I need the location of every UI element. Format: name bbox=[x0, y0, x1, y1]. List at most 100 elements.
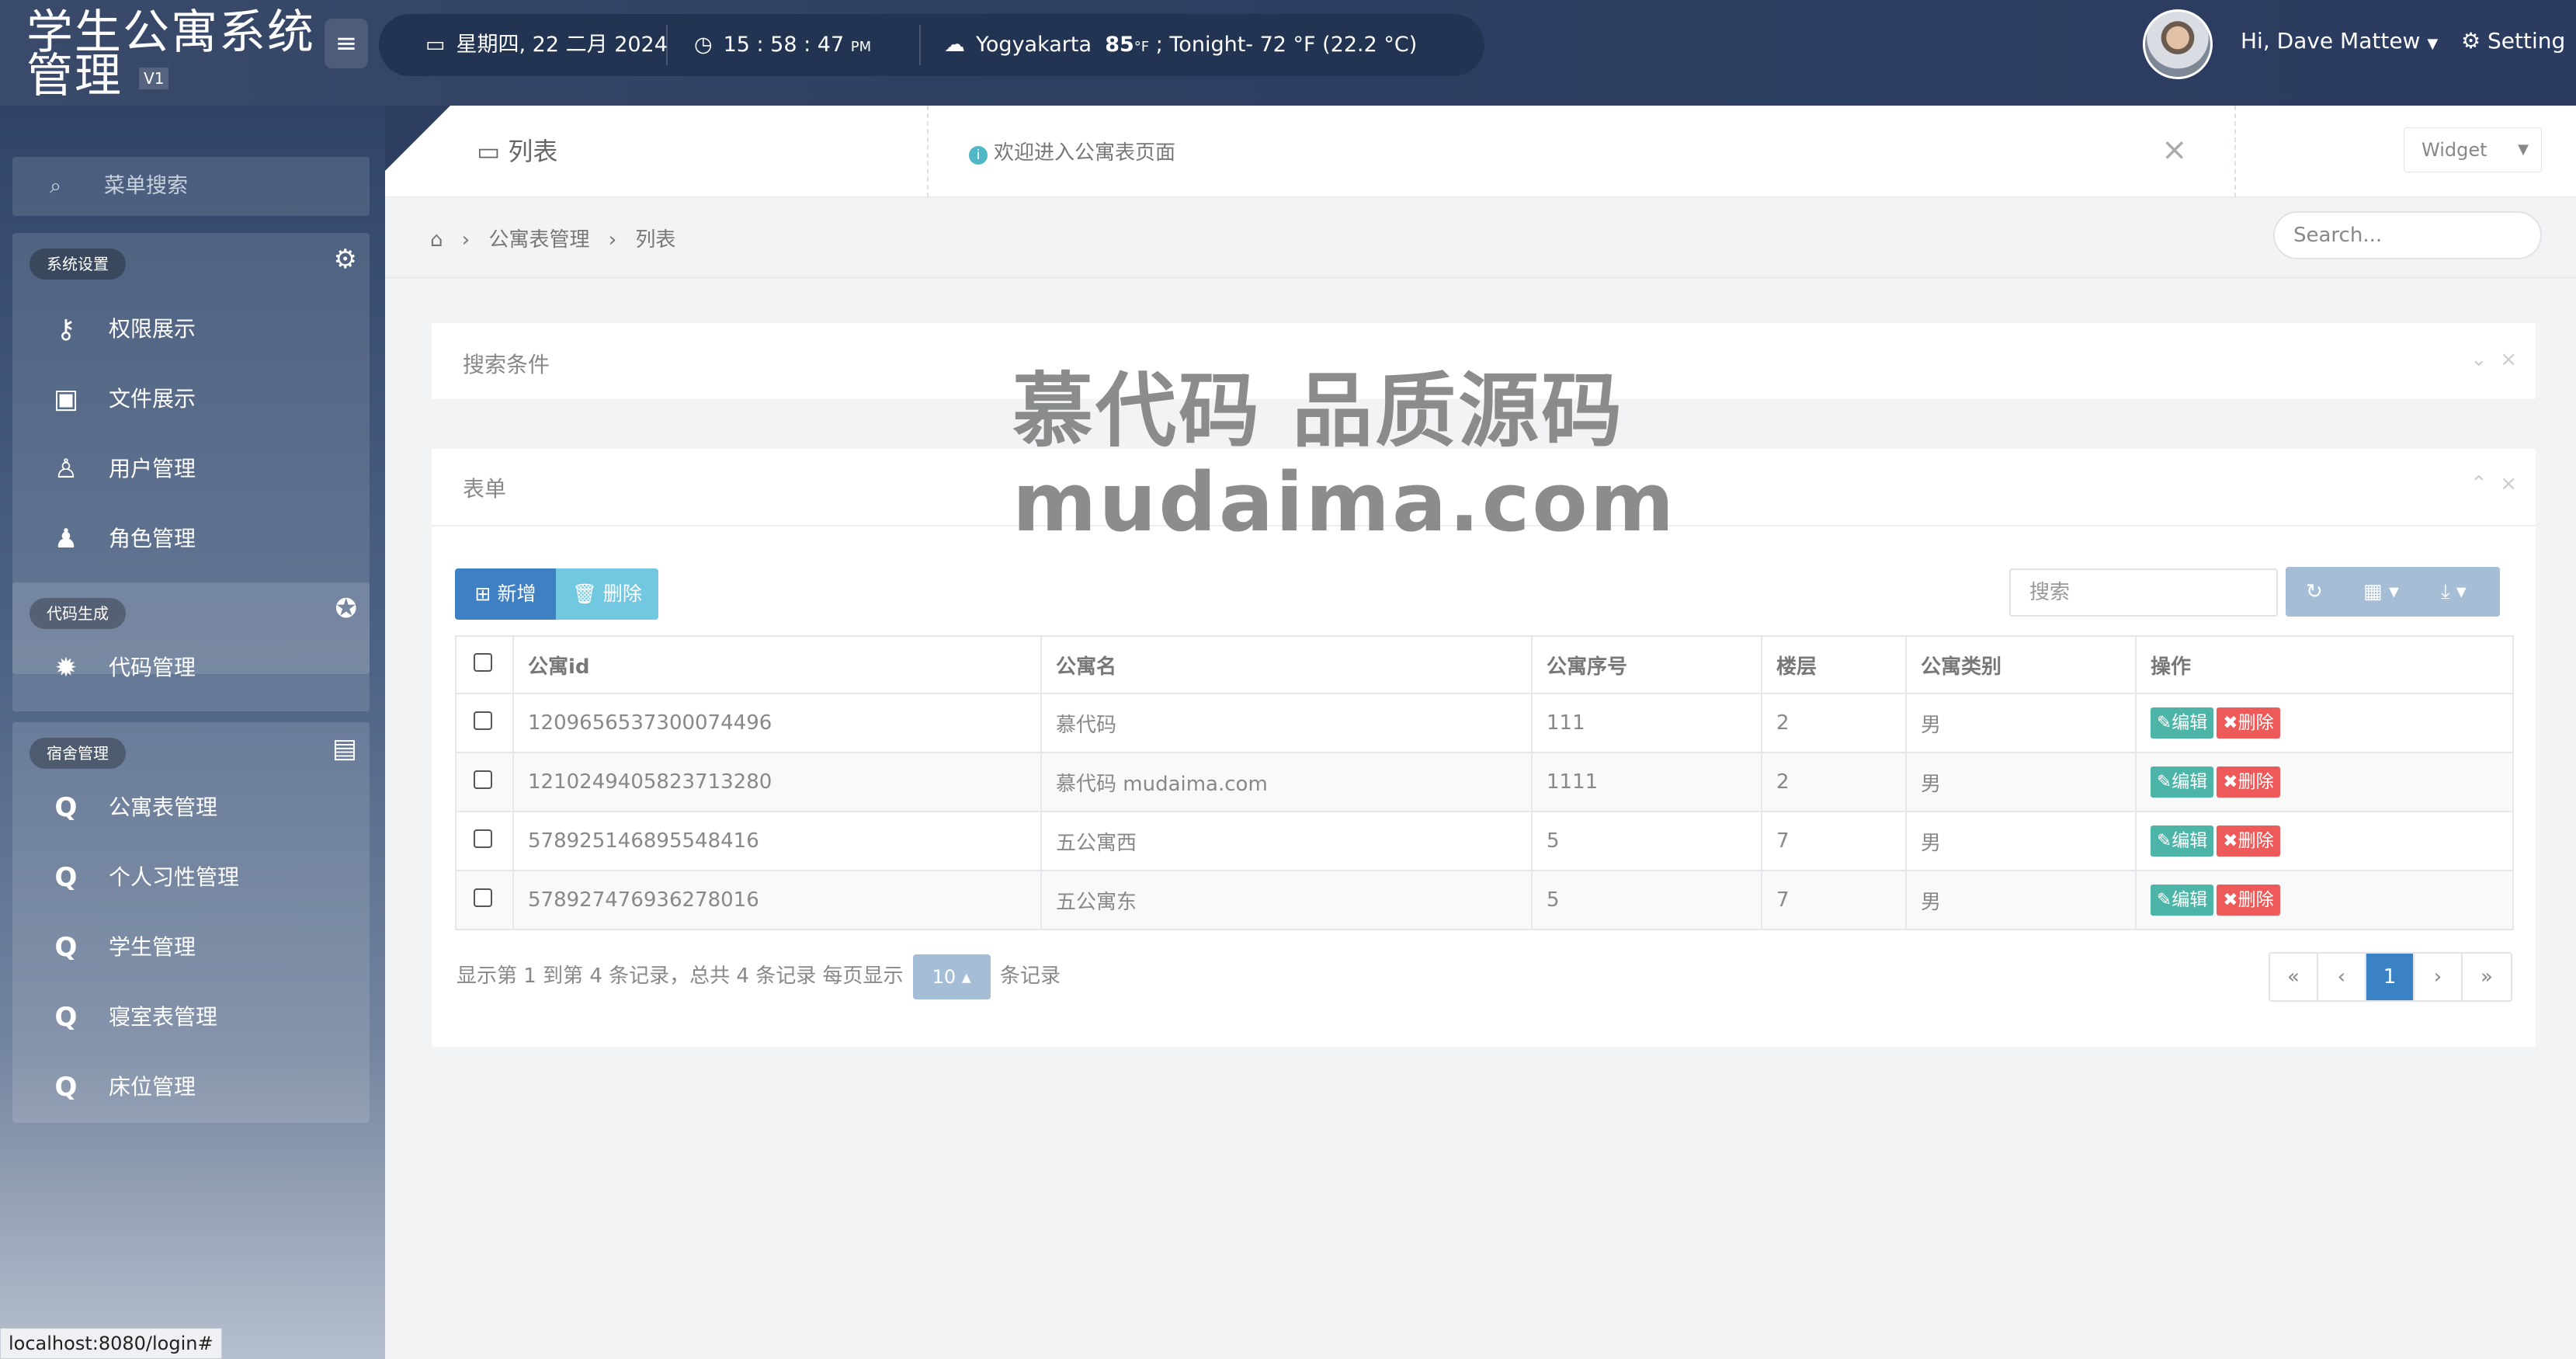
table-row: 578927476936278016 五公寓东 5 7 男 ✎编辑 ✖删除 bbox=[455, 870, 2514, 930]
app-title: 学生公寓系统管理 V1 bbox=[26, 5, 315, 103]
close-icon[interactable]: × bbox=[2500, 472, 2517, 495]
setting-link[interactable]: ⚙ Setting bbox=[2461, 28, 2565, 54]
row-checkbox-cell bbox=[455, 693, 514, 753]
contact-card-icon[interactable]: ▤ bbox=[332, 733, 357, 764]
edit-button[interactable]: ✎编辑 bbox=[2151, 825, 2214, 857]
breadcrumb-item[interactable]: 公寓表管理 bbox=[488, 228, 589, 252]
close-icon[interactable]: × bbox=[2161, 132, 2188, 168]
divider bbox=[2234, 106, 2236, 197]
sidebar-item-apartment[interactable]: Q 公寓表管理 bbox=[12, 773, 370, 842]
panel-controls: ⌄ × bbox=[2470, 348, 2517, 371]
home-icon[interactable]: ⌂ bbox=[430, 228, 443, 252]
widget-dropdown[interactable]: Widget ▼ bbox=[2404, 127, 2542, 172]
cell-type: 男 bbox=[1905, 752, 2137, 812]
cell-no: 111 bbox=[1531, 693, 1762, 753]
edit-button[interactable]: ✎编辑 bbox=[2151, 766, 2214, 798]
key-icon: ⚷ bbox=[56, 314, 76, 345]
pagination-info: 显示第 1 到第 4 条记录，总共 4 条记录 每页显示 10 ▴ 条记录 bbox=[457, 954, 1061, 999]
cell-floor: 2 bbox=[1761, 752, 1907, 812]
bug-icon: ✹ bbox=[54, 652, 78, 683]
table-header-row: 公寓id 公寓名 公寓序号 楼层 公寓类别 操作 bbox=[455, 635, 2514, 694]
row-checkbox[interactable] bbox=[474, 888, 492, 907]
chevron-up-icon[interactable]: ⌃ bbox=[2470, 472, 2487, 495]
sidebar-item-roles[interactable]: ♟ 角色管理 bbox=[12, 505, 370, 573]
avatar[interactable] bbox=[2143, 9, 2213, 79]
column-header[interactable]: 公寓id bbox=[512, 635, 1042, 694]
column-header[interactable]: 公寓名 bbox=[1040, 635, 1533, 694]
cell-id: 1210249405823713280 bbox=[512, 752, 1042, 812]
divider bbox=[919, 25, 921, 65]
table-search-input[interactable]: 搜索 bbox=[2009, 568, 2278, 617]
menu-search[interactable]: ⌕ 菜单搜索 bbox=[12, 157, 370, 216]
sidebar-item-users[interactable]: ♙ 用户管理 bbox=[12, 435, 370, 503]
sidebar-item-rooms[interactable]: Q 寝室表管理 bbox=[12, 983, 370, 1051]
last-page-button[interactable]: » bbox=[2463, 954, 2511, 1000]
sidebar-item-permissions[interactable]: ⚷ 权限展示 bbox=[12, 295, 370, 363]
row-checkbox[interactable] bbox=[474, 829, 492, 848]
row-checkbox-cell bbox=[455, 870, 514, 930]
hamburger-icon[interactable]: ≡ bbox=[325, 19, 368, 68]
q-icon: Q bbox=[54, 792, 78, 823]
column-header[interactable]: 公寓序号 bbox=[1531, 635, 1762, 694]
delete-button[interactable]: ✖删除 bbox=[2217, 885, 2280, 916]
table-row: 1210249405823713280 慕代码 mudaima.com 1111… bbox=[455, 752, 2514, 812]
q-icon: Q bbox=[54, 932, 78, 963]
row-checkbox-cell bbox=[455, 811, 514, 871]
breadcrumb-item: 列表 bbox=[635, 228, 676, 252]
breadcrumb: ⌂ › 公寓表管理 › 列表 bbox=[430, 224, 688, 252]
delete-button[interactable]: ✖删除 bbox=[2217, 825, 2280, 857]
first-page-button[interactable]: « bbox=[2270, 954, 2318, 1000]
prev-page-button[interactable]: ‹ bbox=[2318, 954, 2366, 1000]
cell-name: 慕代码 bbox=[1040, 693, 1533, 753]
batch-delete-button[interactable]: 🗑 删除 bbox=[556, 568, 658, 620]
gear-icon[interactable]: ⚙ bbox=[334, 244, 357, 275]
sidebar-item-files[interactable]: ▣ 文件展示 bbox=[12, 365, 370, 433]
calendar-icon: ▭ bbox=[425, 33, 446, 57]
cell-floor: 2 bbox=[1761, 693, 1907, 753]
sidebar-item-code[interactable]: ✹ 代码管理 bbox=[12, 634, 370, 702]
search-icon: ⌕ bbox=[50, 174, 62, 198]
page-button-current[interactable]: 1 bbox=[2366, 954, 2415, 1000]
row-checkbox[interactable] bbox=[474, 711, 492, 730]
content-header: ▭ 列表 i 欢迎进入公寓表页面 × Widget ▼ bbox=[385, 106, 2576, 197]
page-size-dropdown[interactable]: 10 ▴ bbox=[912, 954, 991, 999]
cell-type: 男 bbox=[1905, 870, 2137, 930]
row-checkbox[interactable] bbox=[474, 770, 492, 789]
cell-no: 5 bbox=[1531, 870, 1762, 930]
sidebar-item-students[interactable]: Q 学生管理 bbox=[12, 913, 370, 982]
chevron-down-icon[interactable]: ⌄ bbox=[2470, 348, 2487, 371]
edit-button[interactable]: ✎编辑 bbox=[2151, 885, 2214, 916]
rebel-icon[interactable]: ✪ bbox=[335, 593, 358, 624]
cell-id: 1209656537300074496 bbox=[512, 693, 1042, 753]
menu-group-dorm: 宿舍管理 ▤ Q 公寓表管理 Q 个人习性管理 Q 学生管理 Q 寝室表管理 Q… bbox=[12, 722, 370, 1123]
refresh-icon[interactable]: ↻ bbox=[2306, 567, 2323, 617]
add-button[interactable]: ⊞ 新增 bbox=[455, 568, 556, 620]
menu-group-codegen: 代码生成 ✪ ✹ 代码管理 bbox=[12, 582, 370, 711]
clock-icon: ◷ bbox=[694, 33, 713, 57]
data-table: 公寓id 公寓名 公寓序号 楼层 公寓类别 操作 120965653730007… bbox=[455, 635, 2514, 930]
image-icon: ▣ bbox=[53, 384, 79, 415]
pagination: « ‹ 1 › » bbox=[2269, 952, 2512, 1002]
download-icon[interactable]: ⤓ ▾ bbox=[2441, 567, 2467, 617]
edit-icon: ✎ bbox=[2157, 713, 2172, 733]
cell-type: 男 bbox=[1905, 693, 2137, 753]
columns-grid-icon[interactable]: ▦ ▾ bbox=[2363, 567, 2399, 617]
user-menu[interactable]: Hi, Dave Mattew ▼ bbox=[2241, 28, 2438, 54]
group-title: 宿舍管理 bbox=[30, 738, 126, 769]
column-header: 操作 bbox=[2135, 635, 2514, 694]
column-header[interactable]: 公寓类别 bbox=[1905, 635, 2137, 694]
edit-icon: ✎ bbox=[2157, 890, 2172, 910]
header-search-input[interactable]: Search... bbox=[2273, 211, 2542, 259]
close-icon: ✖ bbox=[2223, 831, 2238, 851]
next-page-button[interactable]: › bbox=[2415, 954, 2463, 1000]
select-all-checkbox[interactable] bbox=[474, 652, 492, 672]
column-header[interactable]: 楼层 bbox=[1761, 635, 1907, 694]
sidebar-item-beds[interactable]: Q 床位管理 bbox=[12, 1053, 370, 1121]
edit-button[interactable]: ✎编辑 bbox=[2151, 707, 2214, 739]
delete-button[interactable]: ✖删除 bbox=[2217, 707, 2280, 739]
sidebar-item-habits[interactable]: Q 个人习性管理 bbox=[12, 843, 370, 912]
version-badge: V1 bbox=[139, 68, 169, 90]
top-navbar: 学生公寓系统管理 V1 ≡ ▭ 星期四, 22 二月 2024 ◷ 15 : 58 … bbox=[0, 0, 2576, 106]
delete-button[interactable]: ✖删除 bbox=[2217, 766, 2280, 798]
close-icon[interactable]: × bbox=[2500, 348, 2517, 371]
